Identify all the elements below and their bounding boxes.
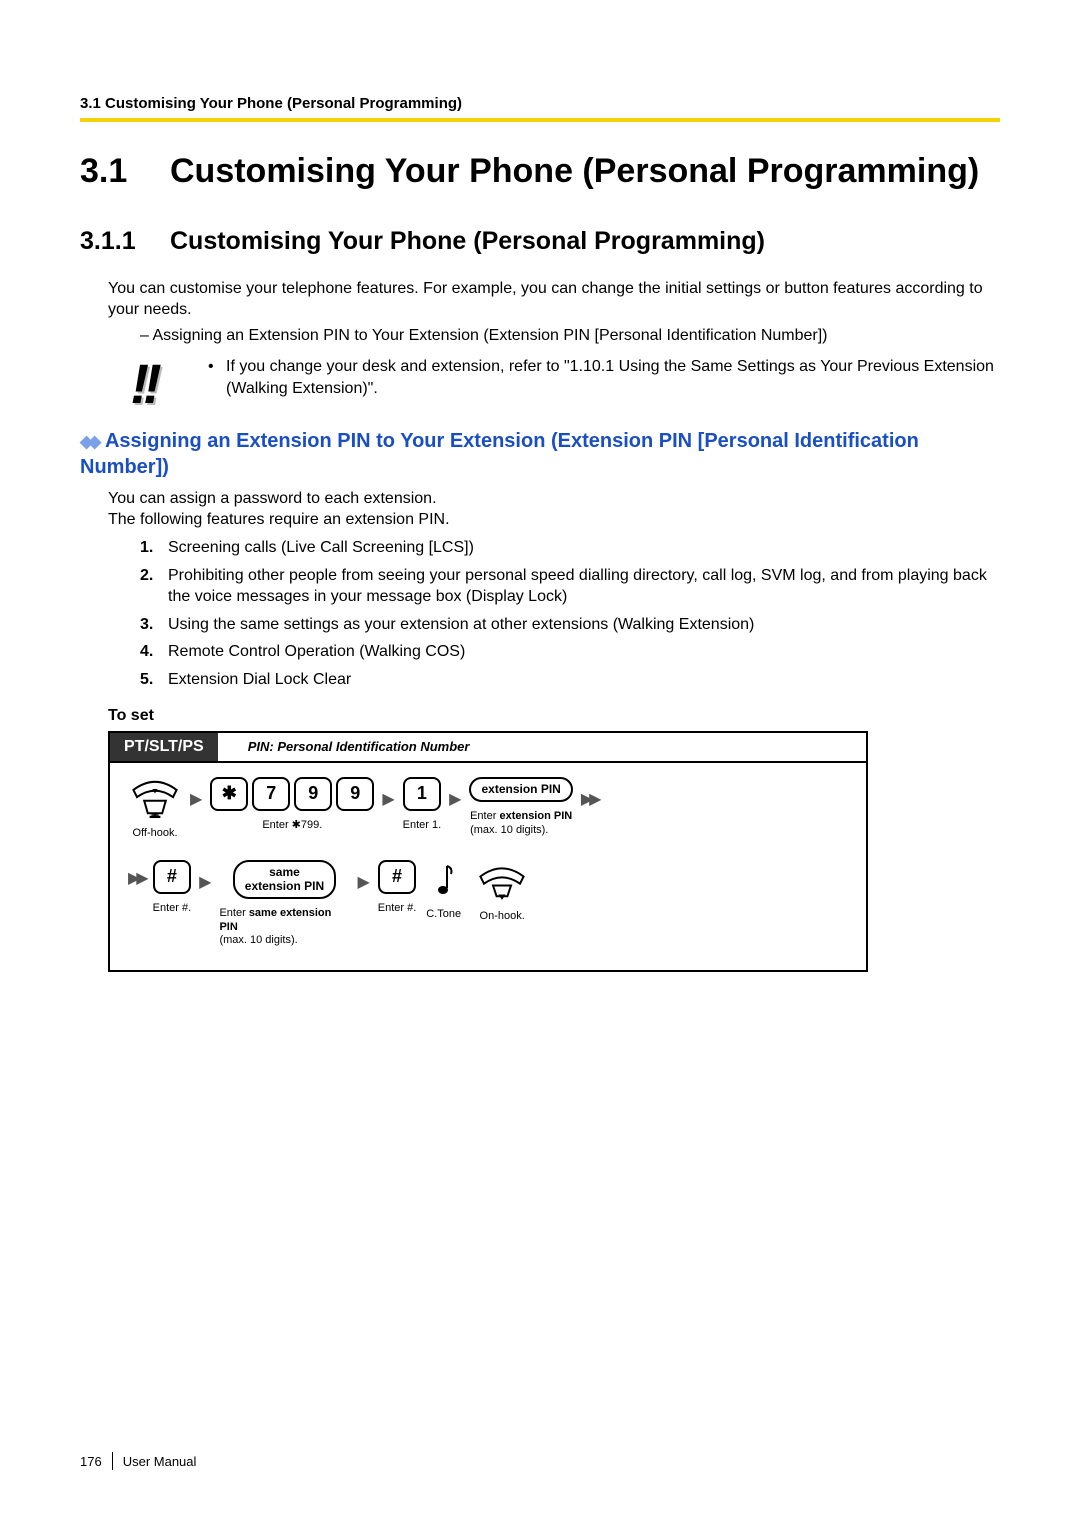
section-title: Customising Your Phone (Personal Program… [170, 150, 979, 193]
extension-pin-pill: extension PIN [469, 777, 572, 802]
step-caption: On-hook. [480, 910, 525, 924]
step-extension-pin: extension PIN Enter extension PIN (max. … [469, 777, 572, 838]
list-item: 1.Screening calls (Live Call Screening [… [140, 537, 1000, 559]
footer-separator [112, 1452, 113, 1470]
list-item: 3.Using the same settings as your extens… [140, 614, 1000, 636]
diamond-icon: ◆◆ [80, 432, 96, 451]
feature-desc-2: The following features require an extens… [108, 509, 1000, 531]
step-off-hook: Off-hook. [128, 777, 182, 841]
list-item: 2.Prohibiting other people from seeing y… [140, 565, 1000, 608]
list-item: 5.Extension Dial Lock Clear [140, 669, 1000, 691]
key-7: 7 [252, 777, 290, 811]
subsection-heading: 3.1.1 Customising Your Phone (Personal P… [80, 227, 1000, 256]
running-header: 3.1 Customising Your Phone (Personal Pro… [80, 95, 1000, 112]
step-ctone: C.Tone [426, 860, 461, 922]
operation-title: To set [108, 707, 1000, 725]
section-heading: 3.1 Customising Your Phone (Personal Pro… [80, 150, 1000, 193]
step-caption: Enter #. [153, 902, 192, 916]
step-hash: # Enter #. [153, 860, 192, 916]
feature-heading-text: Assigning an Extension PIN to Your Exten… [80, 430, 919, 478]
on-hook-icon [475, 860, 529, 902]
key-9: 9 [294, 777, 332, 811]
note-block: !! If you change your desk and extension… [108, 356, 1000, 408]
continue-arrow-icon: ▶▶ [577, 777, 602, 809]
numbered-list: 1.Screening calls (Live Call Screening [… [140, 537, 1000, 691]
footer-label: User Manual [123, 1454, 197, 1469]
arrow-icon: ▶ [353, 860, 373, 892]
key-star: ✱ [210, 777, 248, 811]
procedure-header: PT/SLT/PS PIN: Personal Identification N… [110, 733, 866, 763]
important-icon: !! [108, 356, 178, 408]
list-item: 4.Remote Control Operation (Walking COS) [140, 641, 1000, 663]
step-hash: # Enter #. [378, 860, 417, 916]
key-9: 9 [336, 777, 374, 811]
off-hook-icon [128, 777, 182, 819]
subsection-title: Customising Your Phone (Personal Program… [170, 227, 765, 256]
step-caption: Enter ✱799. [262, 819, 322, 833]
step-caption: Off-hook. [132, 827, 177, 841]
page-footer: 176 User Manual [80, 1452, 196, 1470]
intro-paragraph: You can customise your telephone feature… [108, 278, 1000, 321]
same-pin-pill: sameextension PIN [233, 860, 336, 898]
feature-heading: ◆◆ Assigning an Extension PIN to Your Ex… [80, 428, 1000, 480]
arrow-icon: ▶ [186, 777, 206, 809]
key-hash: # [378, 860, 416, 894]
arrow-icon: ▶ [195, 860, 215, 892]
music-note-icon [427, 860, 461, 900]
continue-arrow-icon: ▶▶ [124, 860, 149, 888]
step-caption: Enter 1. [403, 819, 442, 833]
arrow-icon: ▶ [378, 777, 398, 809]
procedure-row: Off-hook. ▶ ✱ 7 9 9 Enter ✱799. ▶ 1 Ente… [124, 777, 852, 841]
note-bullet: If you change your desk and extension, r… [208, 356, 1000, 399]
step-caption: C.Tone [426, 908, 461, 922]
procedure-box: PT/SLT/PS PIN: Personal Identification N… [108, 731, 868, 972]
step-enter-1: 1 Enter 1. [403, 777, 442, 833]
step-same-pin: sameextension PIN Enter same extension P… [219, 860, 349, 948]
procedure-header-note: PIN: Personal Identification Number [218, 739, 470, 754]
procedure-row: ▶▶ # Enter #. ▶ sameextension PIN Enter … [124, 860, 852, 948]
step-enter-799: ✱ 7 9 9 Enter ✱799. [210, 777, 374, 833]
phone-type-tab: PT/SLT/PS [110, 733, 218, 761]
feature-desc-1: You can assign a password to each extens… [108, 488, 1000, 510]
step-on-hook: On-hook. [475, 860, 529, 924]
step-caption: Enter extension PIN (max. 10 digits). [470, 810, 572, 838]
page-number: 176 [80, 1454, 102, 1469]
subsection-number: 3.1.1 [80, 227, 170, 256]
key-1: 1 [403, 777, 441, 811]
key-hash: # [153, 860, 191, 894]
header-rule [80, 118, 1000, 122]
arrow-icon: ▶ [445, 777, 465, 809]
step-caption: Enter same extension PIN (max. 10 digits… [219, 907, 349, 948]
dash-list-item: – Assigning an Extension PIN to Your Ext… [140, 325, 1000, 347]
section-number: 3.1 [80, 150, 170, 193]
step-caption: Enter #. [378, 902, 417, 916]
